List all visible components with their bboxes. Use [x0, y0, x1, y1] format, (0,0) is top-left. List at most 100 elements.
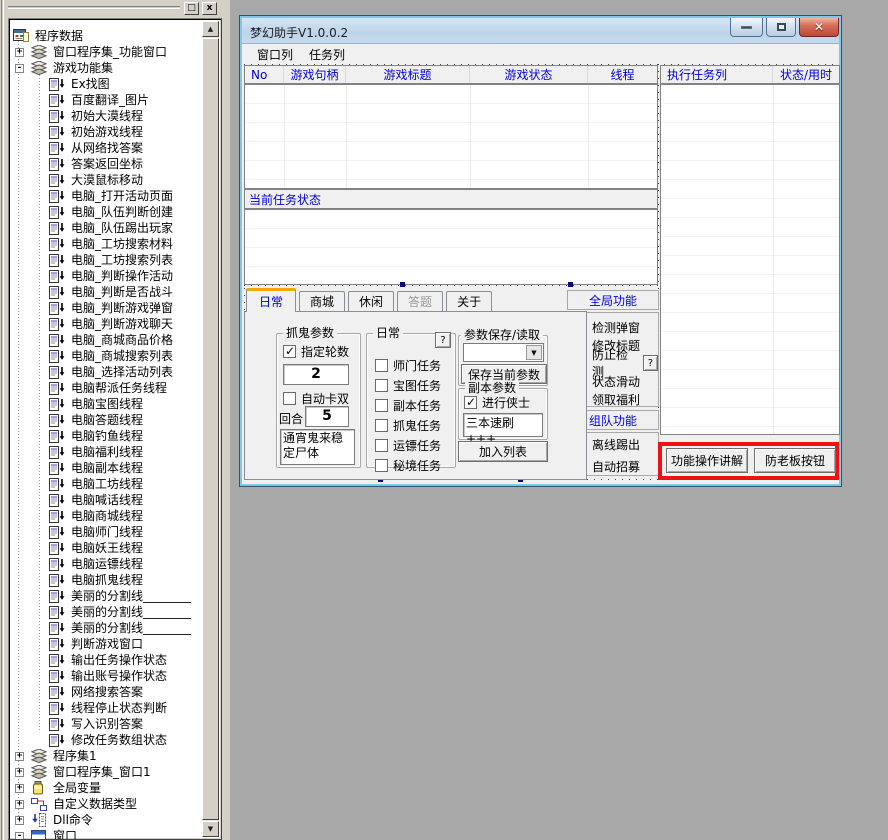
tree-item[interactable]: 电脑工坊线程 — [12, 476, 201, 492]
menu-item[interactable]: 任务列 — [302, 44, 352, 65]
checkbox-daily-task[interactable]: 副本任务 — [375, 396, 453, 415]
checkbox-xiashi[interactable]: 进行侠士 — [464, 393, 530, 411]
tree-item[interactable]: 电脑_商城商品价格 — [12, 332, 201, 348]
tree-item[interactable]: 美丽的分割线________ — [12, 620, 201, 636]
expand-icon[interactable]: + — [15, 768, 24, 777]
panel-maximize-button[interactable]: □ — [184, 2, 199, 15]
column-header[interactable]: 执行任务列 — [661, 66, 773, 83]
expand-icon[interactable]: + — [15, 816, 24, 825]
checkbox-icon[interactable] — [375, 399, 388, 412]
tree-item[interactable]: 初始游戏线程 — [12, 124, 201, 140]
minimize-button[interactable] — [730, 18, 763, 37]
panel-drag-handle[interactable] — [8, 6, 180, 9]
tab-日常[interactable]: 日常 — [246, 288, 296, 312]
tree-item[interactable]: 电脑答题线程 — [12, 412, 201, 428]
column-header[interactable]: 状态/用时 — [773, 66, 839, 83]
round-input[interactable]: 5 — [305, 406, 349, 427]
feature-guide-button[interactable]: 功能操作讲解 — [666, 448, 748, 473]
checkbox-daily-task[interactable]: 师门任务 — [375, 356, 453, 375]
tree-item[interactable]: 电脑_队伍踢出玩家 — [12, 220, 201, 236]
status-list[interactable] — [244, 209, 658, 285]
tree-item[interactable]: 电脑_判断操作活动 — [12, 268, 201, 284]
checkbox-autocard[interactable]: 自动卡双 — [283, 389, 349, 407]
expand-icon[interactable]: + — [15, 48, 24, 57]
tree-item[interactable]: +Dll命令 — [12, 812, 201, 828]
tree-item[interactable]: 线程停止状态判断 — [12, 700, 201, 716]
selection-handle[interactable] — [400, 282, 405, 287]
tree-item[interactable]: 电脑帮派任务线程 — [12, 380, 201, 396]
tree-item[interactable]: 电脑抓鬼线程 — [12, 572, 201, 588]
rounds-input[interactable]: 2 — [283, 364, 349, 385]
tree-item[interactable]: 写入识别答案 — [12, 716, 201, 732]
tree-item[interactable]: +窗口程序集_功能窗口 — [12, 44, 201, 60]
tree-item[interactable]: 网络搜索答案 — [12, 684, 201, 700]
tree-item[interactable]: +自定义数据类型 — [12, 796, 201, 812]
column-header[interactable]: 游戏状态 — [470, 66, 588, 83]
tree-item[interactable]: 判断游戏窗口 — [12, 636, 201, 652]
tree-item[interactable]: 程序数据 — [12, 28, 201, 44]
tree-item[interactable]: 修改任务数组状态 — [12, 732, 201, 748]
selection-handle[interactable] — [568, 282, 573, 287]
checkbox-daily-task[interactable]: 抓鬼任务 — [375, 416, 453, 435]
column-header[interactable]: No — [245, 66, 284, 83]
checkbox-icon[interactable] — [283, 392, 296, 405]
tree-item[interactable]: 电脑喊话线程 — [12, 492, 201, 508]
tree-item[interactable]: +窗口程序集_窗口1 — [12, 764, 201, 780]
tree-item[interactable]: 电脑_选择活动列表 — [12, 364, 201, 380]
panel-close-button[interactable]: x — [202, 2, 217, 15]
task-list[interactable] — [660, 84, 840, 435]
checkbox-rounds[interactable]: 指定轮数 — [283, 342, 349, 360]
checkbox-daily-task[interactable]: 宝图任务 — [375, 376, 453, 395]
anti-boss-button[interactable]: 防老板按钮 — [754, 448, 836, 473]
tree-item[interactable]: 电脑宝图线程 — [12, 396, 201, 412]
collapse-icon[interactable]: - — [15, 64, 24, 73]
tree-item[interactable]: 电脑_商城搜索列表 — [12, 348, 201, 364]
program-data-tree[interactable]: 程序数据+窗口程序集_功能窗口-游戏功能集Ex找图百度翻译_图片初始大漠线程初始… — [8, 18, 222, 840]
tab-商城[interactable]: 商城 — [299, 291, 345, 311]
tree-item[interactable]: +程序集1 — [12, 748, 201, 764]
expand-icon[interactable]: + — [15, 784, 24, 793]
scrollbar-thumb[interactable] — [202, 38, 219, 820]
checkbox-daily-task[interactable]: 秘境任务 — [375, 456, 453, 475]
tree-scrollbar[interactable]: ▲ ▼ — [202, 21, 219, 837]
tree-item[interactable]: 输出账号操作状态 — [12, 668, 201, 684]
column-header[interactable]: 游戏句柄 — [284, 66, 346, 83]
tree-item[interactable]: 电脑_判断是否战斗 — [12, 284, 201, 300]
tree-item[interactable]: -窗口 — [12, 828, 201, 840]
tree-item[interactable]: Ex找图 — [12, 76, 201, 92]
game-list[interactable] — [244, 84, 658, 189]
menu-item[interactable]: 窗口列 — [250, 44, 300, 65]
tree-item[interactable]: 美丽的分割线________ — [12, 604, 201, 620]
tree-item[interactable]: 美丽的分割线________ — [12, 588, 201, 604]
tree-item[interactable]: 从网络找答案 — [12, 140, 201, 156]
game-list-header[interactable]: No游戏句柄游戏标题游戏状态线程 — [244, 65, 658, 84]
checkbox-icon[interactable] — [375, 459, 388, 472]
tree-item[interactable]: 电脑运镖线程 — [12, 556, 201, 572]
restore-button[interactable] — [766, 18, 796, 37]
fuben-input[interactable]: 三本速刷+++ — [463, 413, 543, 437]
tree-item[interactable]: 百度翻译_图片 — [12, 92, 201, 108]
tree-item[interactable]: -游戏功能集 — [12, 60, 201, 76]
tab-休闲[interactable]: 休闲 — [348, 291, 394, 311]
checkbox-icon[interactable] — [375, 419, 388, 432]
tree-item[interactable]: +全局变量 — [12, 780, 201, 796]
task-list-header[interactable]: 执行任务列状态/用时 — [660, 65, 840, 84]
tree-item[interactable]: 电脑钓鱼线程 — [12, 428, 201, 444]
tree-item[interactable]: 输出任务操作状态 — [12, 652, 201, 668]
daily-help-button[interactable]: ? — [435, 332, 451, 348]
checkbox-icon[interactable] — [375, 359, 388, 372]
tree-item[interactable]: 电脑副本线程 — [12, 460, 201, 476]
checkbox-icon[interactable] — [283, 345, 296, 358]
tree-item[interactable]: 电脑商城线程 — [12, 508, 201, 524]
close-button[interactable]: ✕ — [799, 18, 839, 37]
param-combobox[interactable]: ▼ — [463, 343, 544, 362]
tree-item[interactable]: 电脑_工坊搜索列表 — [12, 252, 201, 268]
column-header[interactable]: 游戏标题 — [346, 66, 470, 83]
panel-titlebar[interactable]: □ x — [6, 0, 222, 17]
tree-item[interactable]: 初始大漠线程 — [12, 108, 201, 124]
checkbox-icon[interactable] — [375, 379, 388, 392]
expand-icon[interactable]: + — [15, 800, 24, 809]
tree-item[interactable]: 电脑福利线程 — [12, 444, 201, 460]
column-header[interactable]: 线程 — [588, 66, 657, 83]
tree-item[interactable]: 电脑师门线程 — [12, 524, 201, 540]
